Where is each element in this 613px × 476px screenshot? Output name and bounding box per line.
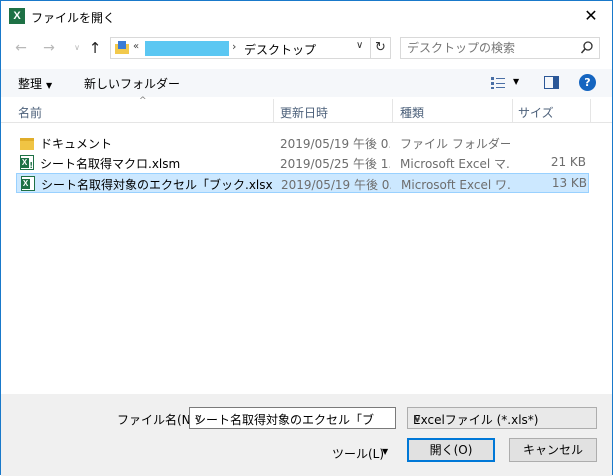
excel-macro-file-icon bbox=[20, 155, 34, 170]
file-type: ファイル フォルダー bbox=[400, 137, 510, 151]
file-date: 2019/05/25 午後 1... bbox=[280, 157, 390, 171]
forward-button[interactable]: → bbox=[39, 38, 59, 58]
cancel-button[interactable]: キャンセル bbox=[509, 438, 597, 462]
breadcrumb-overflow[interactable]: « bbox=[133, 41, 139, 52]
title-bar: X ファイルを開く ✕ bbox=[1, 1, 612, 31]
open-button[interactable]: 開く(O) bbox=[407, 438, 495, 462]
refresh-button[interactable]: ↻ bbox=[371, 37, 391, 59]
new-folder-button[interactable]: 新しいフォルダー bbox=[84, 75, 180, 92]
file-type: Microsoft Excel マ... bbox=[400, 157, 510, 171]
file-date: 2019/05/19 午後 0... bbox=[280, 137, 390, 151]
chevron-down-icon[interactable]: ∨ bbox=[194, 411, 374, 425]
tools-menu-button[interactable]: ツール(L) bbox=[332, 445, 384, 462]
recent-locations-dropdown[interactable]: ∨ bbox=[67, 38, 87, 58]
search-box[interactable] bbox=[400, 37, 600, 59]
up-button[interactable]: ↑ bbox=[85, 38, 105, 58]
breadcrumb-separator[interactable]: › bbox=[232, 40, 236, 53]
navigation-bar: ← → ∨ ↑ « › デスクトップ ∨ ↻ bbox=[1, 33, 612, 63]
preview-pane-icon[interactable] bbox=[544, 76, 559, 89]
file-open-dialog: X ファイルを開く ✕ ← → ∨ ↑ « › デスクトップ ∨ ↻ 整理▼ bbox=[0, 0, 613, 476]
dialog-title: ファイルを開く bbox=[31, 11, 116, 25]
column-divider[interactable] bbox=[273, 99, 274, 123]
file-type-filter-select[interactable]: Excelファイル (*.xls*) ∨ bbox=[407, 407, 597, 429]
command-toolbar: 整理 ▼ 新しいフォルダー ▼ ? bbox=[1, 69, 612, 97]
file-row[interactable]: ドキュメント 2019/05/19 午後 0... ファイル フォルダー bbox=[16, 133, 589, 153]
breadcrumb-desktop[interactable]: デスクトップ bbox=[244, 41, 316, 58]
caret-down-icon[interactable]: ▼ bbox=[382, 447, 388, 456]
redacted-path-segment bbox=[145, 41, 229, 56]
chevron-down-icon[interactable]: ∨ bbox=[356, 40, 363, 51]
excel-file-icon bbox=[21, 176, 35, 191]
file-size: 13 KB bbox=[551, 176, 587, 190]
column-date-modified[interactable]: 更新日時 bbox=[280, 104, 328, 121]
column-divider[interactable] bbox=[590, 99, 591, 123]
filename-label: ファイル名(N): bbox=[117, 413, 200, 427]
file-date: 2019/05/19 午後 0... bbox=[281, 178, 391, 192]
folder-icon bbox=[20, 138, 34, 150]
address-bar[interactable]: « › デスクトップ ∨ bbox=[110, 37, 371, 59]
close-button[interactable]: ✕ bbox=[580, 5, 602, 27]
file-type: Microsoft Excel ワ... bbox=[401, 178, 511, 192]
file-name: シート名取得マクロ.xlsm bbox=[40, 157, 181, 171]
organize-label: 整理 bbox=[18, 77, 43, 91]
column-header: ^ 名前 更新日時 種類 サイズ bbox=[1, 96, 612, 123]
filename-input[interactable]: シート名取得対象のエクセル「ブック.xlsx ∨ bbox=[189, 407, 396, 429]
search-icon[interactable] bbox=[580, 40, 594, 56]
file-list: ドキュメント 2019/05/19 午後 0... ファイル フォルダー シート… bbox=[1, 131, 612, 391]
file-name: ドキュメント bbox=[40, 137, 113, 151]
location-icon bbox=[115, 41, 129, 55]
file-row-selected[interactable]: シート名取得対象のエクセル「ブック.xlsx 2019/05/19 午後 0..… bbox=[16, 173, 589, 193]
column-divider[interactable] bbox=[392, 99, 393, 123]
chevron-down-icon[interactable]: ∨ bbox=[413, 411, 590, 425]
sort-ascending-icon: ^ bbox=[139, 96, 147, 106]
view-options-caret[interactable]: ▼ bbox=[513, 77, 519, 86]
file-name: シート名取得対象のエクセル「ブック.xlsx bbox=[41, 178, 273, 192]
organize-button[interactable]: 整理 ▼ bbox=[18, 75, 52, 92]
column-type[interactable]: 種類 bbox=[400, 104, 424, 121]
view-options-icon[interactable] bbox=[490, 76, 506, 90]
file-row[interactable]: シート名取得マクロ.xlsm 2019/05/25 午後 1... Micros… bbox=[16, 153, 589, 173]
help-icon[interactable]: ? bbox=[579, 74, 596, 91]
search-input[interactable] bbox=[407, 40, 567, 56]
file-size: 21 KB bbox=[550, 155, 586, 169]
column-size[interactable]: サイズ bbox=[518, 104, 554, 121]
back-button[interactable]: ← bbox=[11, 38, 31, 58]
dialog-footer: ファイル名(N): シート名取得対象のエクセル「ブック.xlsx ∨ Excel… bbox=[1, 394, 612, 476]
excel-app-icon: X bbox=[9, 8, 25, 24]
column-divider[interactable] bbox=[512, 99, 513, 123]
column-name[interactable]: 名前 bbox=[18, 104, 42, 121]
caret-down-icon: ▼ bbox=[46, 81, 53, 90]
